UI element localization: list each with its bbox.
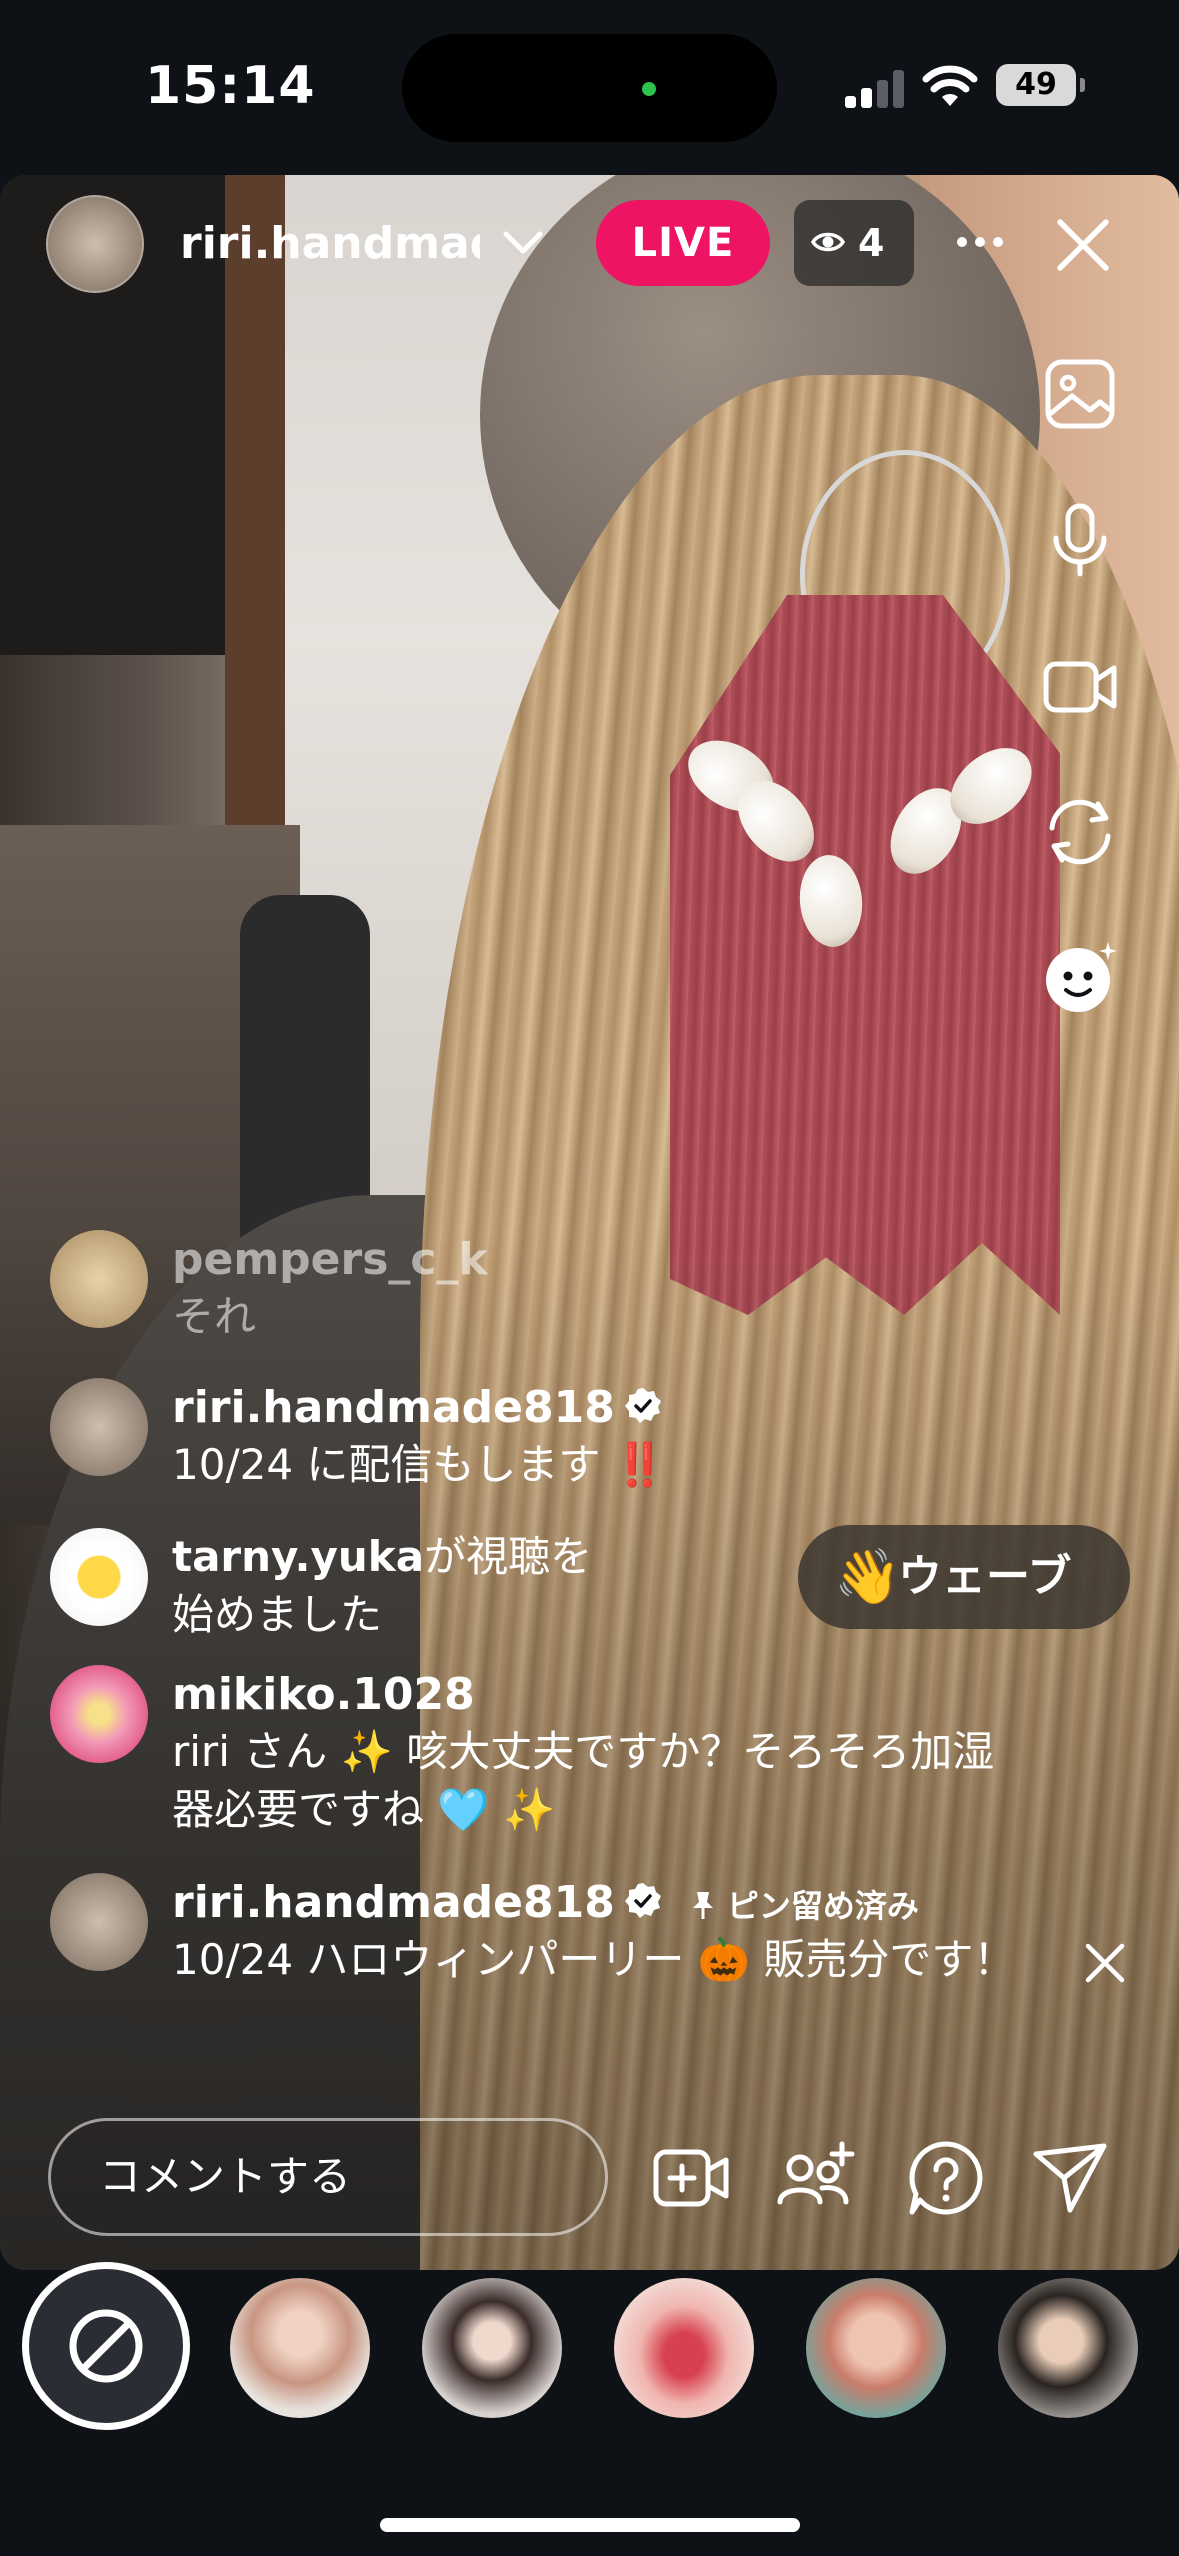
invite-icon[interactable] <box>776 2138 856 2218</box>
filter-thumbnail[interactable] <box>230 2278 370 2418</box>
flip-camera-icon[interactable] <box>1042 794 1118 870</box>
camera-indicator-dot <box>642 82 656 96</box>
pinned-comment: riri.handmade818 ピン留め済み 10/24 ハロウィンパーリー 🎃… <box>50 1873 1110 1993</box>
filter-thumbnail[interactable] <box>422 2278 562 2418</box>
filter-thumbnail[interactable] <box>998 2278 1138 2418</box>
wave-button-label: ウェーブ <box>898 1551 1072 1602</box>
unpin-close-icon[interactable] <box>1080 1938 1130 1988</box>
comment-item: pempers_c_k それ <box>50 1230 1050 1350</box>
comment-text-line2: 器必要ですね 🩵 ✨ <box>172 1785 556 1834</box>
comment-username: riri.handmade818 <box>172 1382 615 1433</box>
pinned-label: ピン留め済み <box>726 1887 919 1925</box>
commenter-avatar[interactable] <box>50 1378 148 1476</box>
host-username[interactable]: riri.handmade818 <box>180 218 480 269</box>
eye-icon <box>810 232 846 252</box>
join-notice-line1: tarny.yukaが視聴を <box>172 1528 592 1586</box>
live-badge: LIVE <box>596 200 770 286</box>
home-indicator[interactable] <box>380 2518 800 2532</box>
dynamic-island <box>402 34 777 142</box>
waving-hand-icon: 👋 <box>834 1545 902 1608</box>
comment-input[interactable]: コメントする <box>48 2118 608 2236</box>
add-video-icon[interactable] <box>652 2138 732 2218</box>
comment-username-row[interactable]: riri.handmade818 <box>172 1382 663 1433</box>
comment-text: riri さん ✨ 咳大丈夫ですか？そろそろ加湿 <box>172 1727 995 1776</box>
send-icon[interactable] <box>1030 2138 1110 2218</box>
comment-text: 10/24 に配信もします ‼️ <box>172 1440 667 1489</box>
pinned-label-row: ピン留め済み <box>689 1887 919 1925</box>
viewer-count-badge[interactable]: 4 <box>794 200 914 286</box>
comment-username[interactable]: tarny.yuka <box>172 1532 424 1581</box>
comment-username[interactable]: mikiko.1028 <box>172 1669 475 1720</box>
comment-username-row[interactable]: riri.handmade818 ピン留め済み <box>172 1877 919 1928</box>
live-stream-screen: 15:14 49 riri.handmade818 <box>0 0 1179 2556</box>
no-filter-button[interactable] <box>22 2262 190 2430</box>
question-icon[interactable] <box>906 2138 986 2218</box>
comment-text: それ <box>172 1292 257 1341</box>
comment-username[interactable]: pempers_c_k <box>172 1234 488 1285</box>
wave-button[interactable]: 👋 ウェーブ <box>798 1525 1130 1629</box>
verified-badge-icon <box>624 1883 661 1918</box>
wifi-icon <box>922 65 978 106</box>
commenter-avatar[interactable] <box>50 1665 148 1763</box>
status-bar: 15:14 49 <box>0 0 1179 175</box>
microphone-icon[interactable] <box>1042 502 1118 578</box>
chevron-down-icon[interactable] <box>498 224 548 264</box>
status-time: 15:14 <box>145 56 316 116</box>
filter-thumbnail[interactable] <box>806 2278 946 2418</box>
join-notice-line2: 始めました <box>172 1590 383 1639</box>
no-effect-icon <box>69 2309 143 2383</box>
comment-item: riri.handmade818 10/24 に配信もします ‼️ <box>50 1378 1050 1498</box>
commenter-avatar[interactable] <box>50 1230 148 1328</box>
comment-text: 10/24 ハロウィンパーリー 🎃 販売分です！ <box>172 1935 1016 1984</box>
cellular-signal-icon <box>845 70 907 108</box>
filter-thumbnail[interactable] <box>614 2278 754 2418</box>
comment-item: mikiko.1028 riri さん ✨ 咳大丈夫ですか？そろそろ加湿 器必要… <box>50 1665 1050 1845</box>
close-icon[interactable] <box>1050 212 1116 278</box>
face-effects-icon[interactable] <box>1042 940 1118 1016</box>
verified-badge-icon <box>624 1388 661 1423</box>
macrame-earring <box>670 595 1060 1315</box>
pin-icon <box>692 1892 713 1919</box>
image-icon[interactable] <box>1042 356 1118 432</box>
viewer-count: 4 <box>858 221 885 265</box>
comment-username: riri.handmade818 <box>172 1877 615 1928</box>
join-notice-suffix: が視聴を <box>424 1532 593 1581</box>
video-camera-icon[interactable] <box>1042 648 1118 724</box>
battery-icon: 49 <box>996 64 1085 106</box>
host-avatar[interactable] <box>46 195 144 293</box>
commenter-avatar[interactable] <box>50 1528 148 1626</box>
commenter-avatar[interactable] <box>50 1873 148 1971</box>
more-options-icon[interactable] <box>950 212 1010 272</box>
